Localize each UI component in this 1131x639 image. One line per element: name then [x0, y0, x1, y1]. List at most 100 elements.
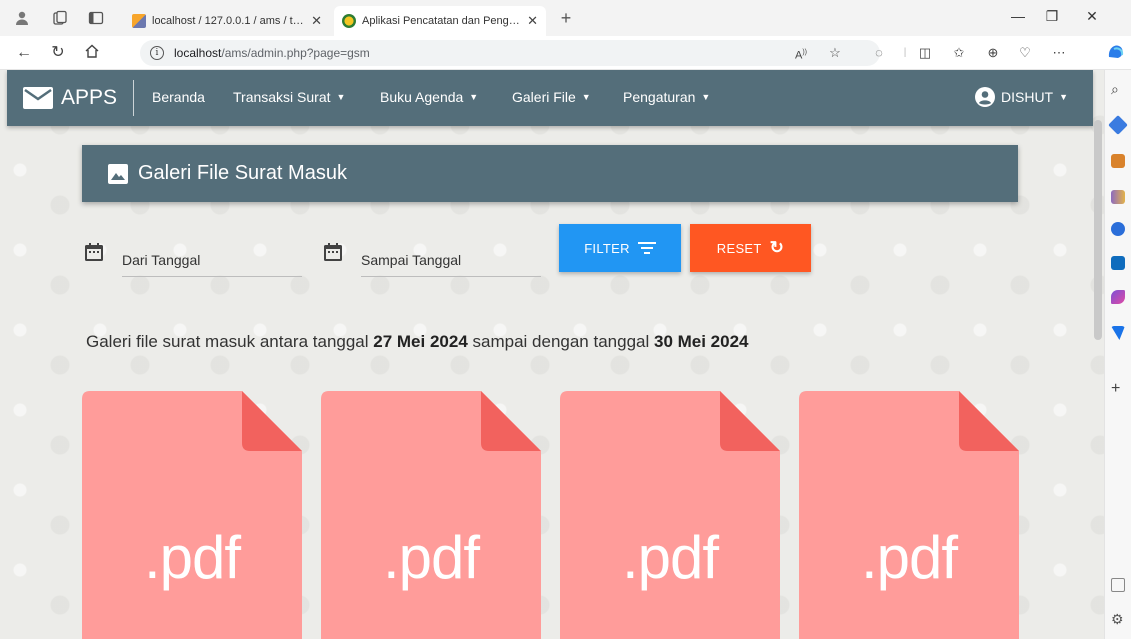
- tab-close-icon[interactable]: ✕: [311, 13, 322, 29]
- brand-logo[interactable]: APPS: [23, 84, 117, 112]
- menu-buku-agenda[interactable]: Buku Agenda ▼: [380, 89, 478, 105]
- pdf-file-card[interactable]: .pdf: [82, 391, 302, 639]
- split-screen-icon[interactable]: ◫: [916, 44, 934, 62]
- app-favicon-icon: [342, 14, 356, 28]
- minimize-icon[interactable]: —: [1008, 8, 1028, 24]
- shopping-icon[interactable]: [1111, 154, 1125, 168]
- menu-label: Pengaturan: [623, 89, 696, 105]
- file-extension: .pdf: [382, 524, 480, 591]
- menu-label: Galeri File: [512, 89, 576, 105]
- pdf-file-icon: [799, 391, 1019, 639]
- send-icon[interactable]: [1111, 326, 1125, 340]
- back-icon[interactable]: ←: [14, 43, 34, 63]
- caret-down-icon: ▼: [701, 92, 711, 102]
- tab-title: localhost / 127.0.0.1 / ams / tbl_s: [152, 15, 306, 27]
- summary-middle: sampai dengan tanggal: [467, 332, 654, 351]
- refresh-icon: ↻: [769, 238, 785, 257]
- extensions-icon[interactable]: ♡: [1016, 44, 1034, 62]
- reset-button-label: RESET: [716, 240, 762, 256]
- menu-galeri-file[interactable]: Galeri File ▼: [512, 89, 591, 105]
- caret-down-icon: ▼: [469, 92, 479, 102]
- user-menu[interactable]: DISHUT ▼: [975, 87, 1068, 107]
- read-aloud-icon[interactable]: A)): [792, 44, 810, 62]
- settings-gear-icon[interactable]: ⚙: [1111, 612, 1125, 626]
- menu-beranda[interactable]: Beranda: [152, 89, 205, 105]
- filter-button[interactable]: FILTER: [559, 224, 681, 272]
- menu-label: Transaksi Surat: [233, 89, 331, 105]
- more-icon[interactable]: ⋯: [1050, 44, 1068, 62]
- pdf-file-icon: [560, 391, 780, 639]
- workspaces-icon[interactable]: [52, 10, 68, 26]
- favorite-icon[interactable]: ☆: [826, 44, 844, 62]
- tab-phpmyadmin[interactable]: localhost / 127.0.0.1 / ams / tbl_s ✕: [124, 6, 330, 36]
- gallery-summary: Galeri file surat masuk antara tanggal 2…: [86, 332, 749, 352]
- games-icon[interactable]: [1111, 222, 1125, 236]
- caret-down-icon: ▼: [1059, 92, 1069, 102]
- user-name: DISHUT: [1001, 89, 1054, 105]
- to-date-label: Sampai Tanggal: [361, 252, 462, 268]
- page-title-card: Galeri File Surat Masuk: [82, 145, 1018, 202]
- input-underline: [122, 276, 302, 277]
- page-title: Galeri File Surat Masuk: [138, 162, 347, 184]
- filter-button-label: FILTER: [584, 240, 630, 256]
- calendar-icon: [85, 243, 103, 261]
- browser-address-row: ← ↻ i localhost/ams/admin.php?page=gsm A…: [0, 36, 1131, 70]
- from-date-label: Dari Tanggal: [122, 252, 201, 268]
- info-icon[interactable]: i: [150, 46, 164, 60]
- add-icon[interactable]: +: [1111, 381, 1125, 397]
- menu-label: Buku Agenda: [380, 89, 464, 105]
- page-scrollbar[interactable]: [1094, 120, 1102, 340]
- url-host: localhost: [174, 46, 222, 60]
- screenshot-icon[interactable]: [1111, 578, 1125, 592]
- file-extension: .pdf: [621, 524, 719, 591]
- tab-close-icon[interactable]: ✕: [527, 13, 538, 29]
- brand-text: APPS: [61, 86, 118, 109]
- account-circle-icon: [975, 87, 995, 107]
- file-extension: .pdf: [143, 524, 241, 591]
- file-extension: .pdf: [860, 524, 958, 591]
- summary-prefix: Galeri file surat masuk antara tanggal: [86, 332, 374, 351]
- favorites-icon[interactable]: ✩: [950, 44, 968, 62]
- pdf-file-icon: [82, 391, 302, 639]
- address-bar[interactable]: i localhost/ams/admin.php?page=gsm: [140, 40, 880, 66]
- caret-down-icon: ▼: [336, 92, 346, 102]
- summary-from-date: 27 Mei 2024: [373, 332, 468, 351]
- pdf-file-card[interactable]: .pdf: [799, 391, 1019, 639]
- pdf-file-card[interactable]: .pdf: [321, 391, 541, 639]
- pdf-file-card[interactable]: .pdf: [560, 391, 780, 639]
- collections-icon[interactable]: ⊕: [984, 44, 1002, 62]
- new-tab-icon[interactable]: +: [558, 9, 574, 27]
- browser-sidebar: ⌕ + ⚙: [1104, 70, 1131, 639]
- app-navbar: APPS Beranda Transaksi Surat ▼ Buku Agend…: [7, 70, 1093, 126]
- from-date-field[interactable]: Dari Tanggal: [84, 238, 302, 278]
- to-date-field[interactable]: Sampai Tanggal: [323, 238, 541, 278]
- copilot-icon[interactable]: ◌: [870, 44, 888, 62]
- profile-icon[interactable]: [14, 10, 30, 26]
- close-window-icon[interactable]: ✕: [1082, 8, 1102, 25]
- reset-button[interactable]: RESET ↻: [690, 224, 811, 272]
- restore-icon[interactable]: ❐: [1042, 8, 1062, 25]
- menu-pengaturan[interactable]: Pengaturan ▼: [623, 89, 710, 105]
- refresh-icon[interactable]: ↻: [48, 43, 68, 63]
- phpmyadmin-icon: [132, 14, 146, 28]
- page-content: APPS Beranda Transaksi Surat ▼ Buku Agend…: [0, 70, 1104, 639]
- menu-label: Beranda: [152, 89, 205, 105]
- summary-to-date: 30 Mei 2024: [653, 332, 749, 351]
- people-icon[interactable]: [1111, 190, 1125, 204]
- menu-transaksi-surat[interactable]: Transaksi Surat ▼: [233, 89, 345, 105]
- brand-divider: [133, 80, 134, 116]
- tag-icon[interactable]: [1108, 115, 1128, 135]
- browser-tab-strip: localhost / 127.0.0.1 / ams / tbl_s ✕ Ap…: [0, 0, 1131, 36]
- tab-aplikasi[interactable]: Aplikasi Pencatatan dan Pengarsi ✕: [334, 6, 546, 36]
- calendar-icon: [324, 243, 342, 261]
- home-icon[interactable]: [82, 43, 102, 63]
- filter-list-icon: [637, 242, 656, 254]
- search-icon[interactable]: ⌕: [1111, 82, 1125, 96]
- toolbar-divider: |: [903, 47, 907, 58]
- designer-icon[interactable]: [1111, 290, 1125, 304]
- caret-down-icon: ▼: [581, 92, 591, 102]
- copilot-sidebar-icon[interactable]: [1104, 41, 1128, 65]
- tab-actions-icon[interactable]: [88, 10, 104, 26]
- tab-title: Aplikasi Pencatatan dan Pengarsi: [362, 15, 522, 27]
- outlook-icon[interactable]: [1111, 256, 1125, 270]
